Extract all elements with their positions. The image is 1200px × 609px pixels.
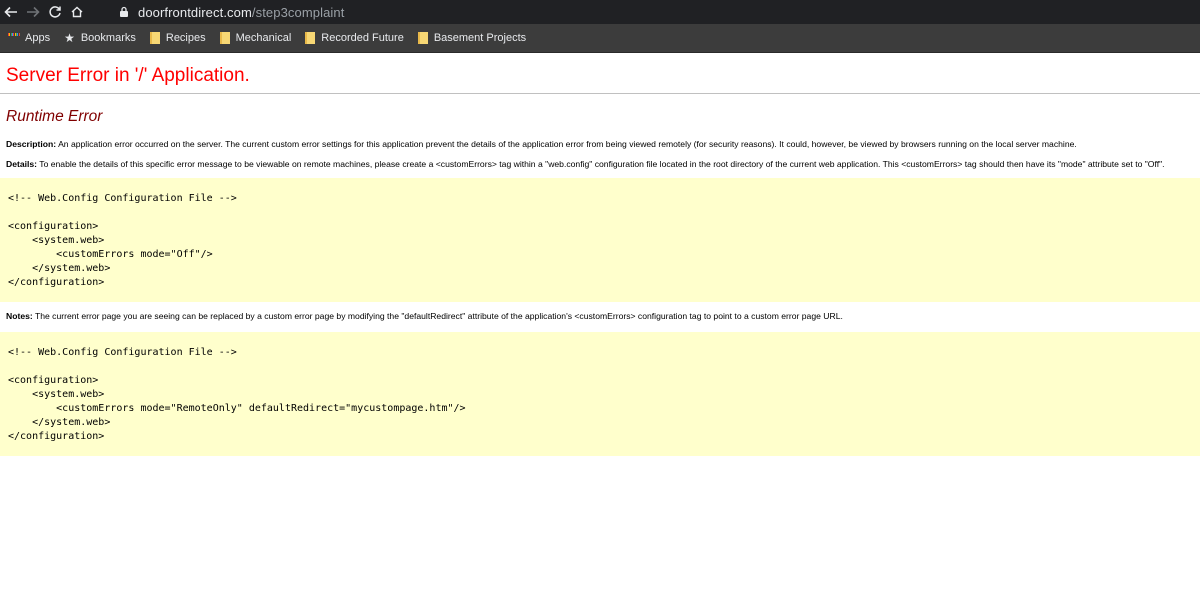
- bookmarks-bar: Apps ★ Bookmarks Recipes Mechanical Reco…: [0, 24, 1200, 53]
- back-button[interactable]: [0, 0, 22, 24]
- description-text: An application error occurred on the ser…: [58, 139, 1077, 149]
- description-paragraph: Description: An application error occurr…: [6, 138, 1194, 150]
- code-line: <customErrors mode="RemoteOnly" defaultR…: [8, 403, 466, 414]
- reload-icon: [49, 6, 61, 18]
- bookmark-mechanical[interactable]: Mechanical: [219, 32, 292, 44]
- page-title: Server Error in '/' Application.: [0, 65, 1200, 94]
- bookmark-label: Basement Projects: [433, 32, 527, 44]
- code-line: <customErrors mode="Off"/>: [8, 249, 213, 260]
- bookmark-label: Recorded Future: [321, 32, 404, 44]
- url-path: /step3complaint: [251, 4, 345, 20]
- forward-button[interactable]: [22, 0, 44, 24]
- error-subtitle: Runtime Error: [6, 108, 103, 125]
- bookmark-recorded-future[interactable]: Recorded Future: [305, 32, 404, 44]
- home-icon: [71, 6, 83, 18]
- folder-icon: [417, 32, 428, 44]
- home-button[interactable]: [66, 0, 88, 24]
- code-line: <!-- Web.Config Configuration File -->: [8, 193, 237, 204]
- star-icon: ★: [64, 31, 75, 45]
- apps-grid-icon: [8, 32, 19, 44]
- bookmark-apps[interactable]: Apps: [8, 32, 50, 44]
- bookmark-basement-projects[interactable]: Basement Projects: [417, 32, 527, 44]
- details-text: To enable the details of this specific e…: [39, 159, 1165, 169]
- code-line: </configuration>: [8, 277, 105, 288]
- code-line: </system.web>: [8, 417, 111, 428]
- code-line: <system.web>: [8, 389, 105, 400]
- notes-text: The current error page you are seeing ca…: [34, 311, 843, 321]
- folder-icon: [149, 32, 160, 44]
- code-line: </system.web>: [8, 263, 111, 274]
- code-line: <configuration>: [8, 221, 99, 232]
- lock-icon: [120, 6, 128, 17]
- arrow-left-icon: [4, 6, 17, 18]
- bookmark-label: Bookmarks: [80, 32, 136, 44]
- notes-label: Notes:: [6, 311, 33, 321]
- page-content: Server Error in '/' Application. Runtime…: [0, 65, 1200, 456]
- details-label: Details:: [6, 159, 38, 169]
- arrow-right-icon: [27, 6, 40, 18]
- code-line: <configuration>: [8, 375, 99, 386]
- config-code-block-off: <!-- Web.Config Configuration File --> <c…: [0, 178, 1200, 302]
- config-code-block-remote: <!-- Web.Config Configuration File --> <c…: [0, 332, 1200, 456]
- bookmark-label: Mechanical: [235, 32, 292, 44]
- code-line: <!-- Web.Config Configuration File -->: [8, 347, 237, 358]
- folder-icon: [305, 32, 316, 44]
- notes-paragraph: Notes: The current error page you are se…: [6, 310, 1194, 322]
- bookmark-recipes[interactable]: Recipes: [149, 32, 206, 44]
- browser-toolbar: doorfrontdirect.com/step3complaint: [0, 0, 1200, 24]
- description-label: Description:: [6, 139, 57, 149]
- url-host: doorfrontdirect.com: [138, 4, 252, 20]
- code-line: <system.web>: [8, 235, 105, 246]
- bookmark-bookmarks[interactable]: ★ Bookmarks: [64, 31, 136, 45]
- reload-button[interactable]: [44, 0, 66, 24]
- bookmark-label: Recipes: [165, 32, 206, 44]
- code-line: </configuration>: [8, 431, 105, 442]
- url-text: doorfrontdirect.com/step3complaint: [138, 5, 344, 20]
- details-paragraph: Details: To enable the details of this s…: [6, 158, 1194, 170]
- folder-icon: [219, 32, 230, 44]
- address-bar[interactable]: doorfrontdirect.com/step3complaint: [108, 2, 1200, 22]
- bookmark-label: Apps: [25, 32, 51, 44]
